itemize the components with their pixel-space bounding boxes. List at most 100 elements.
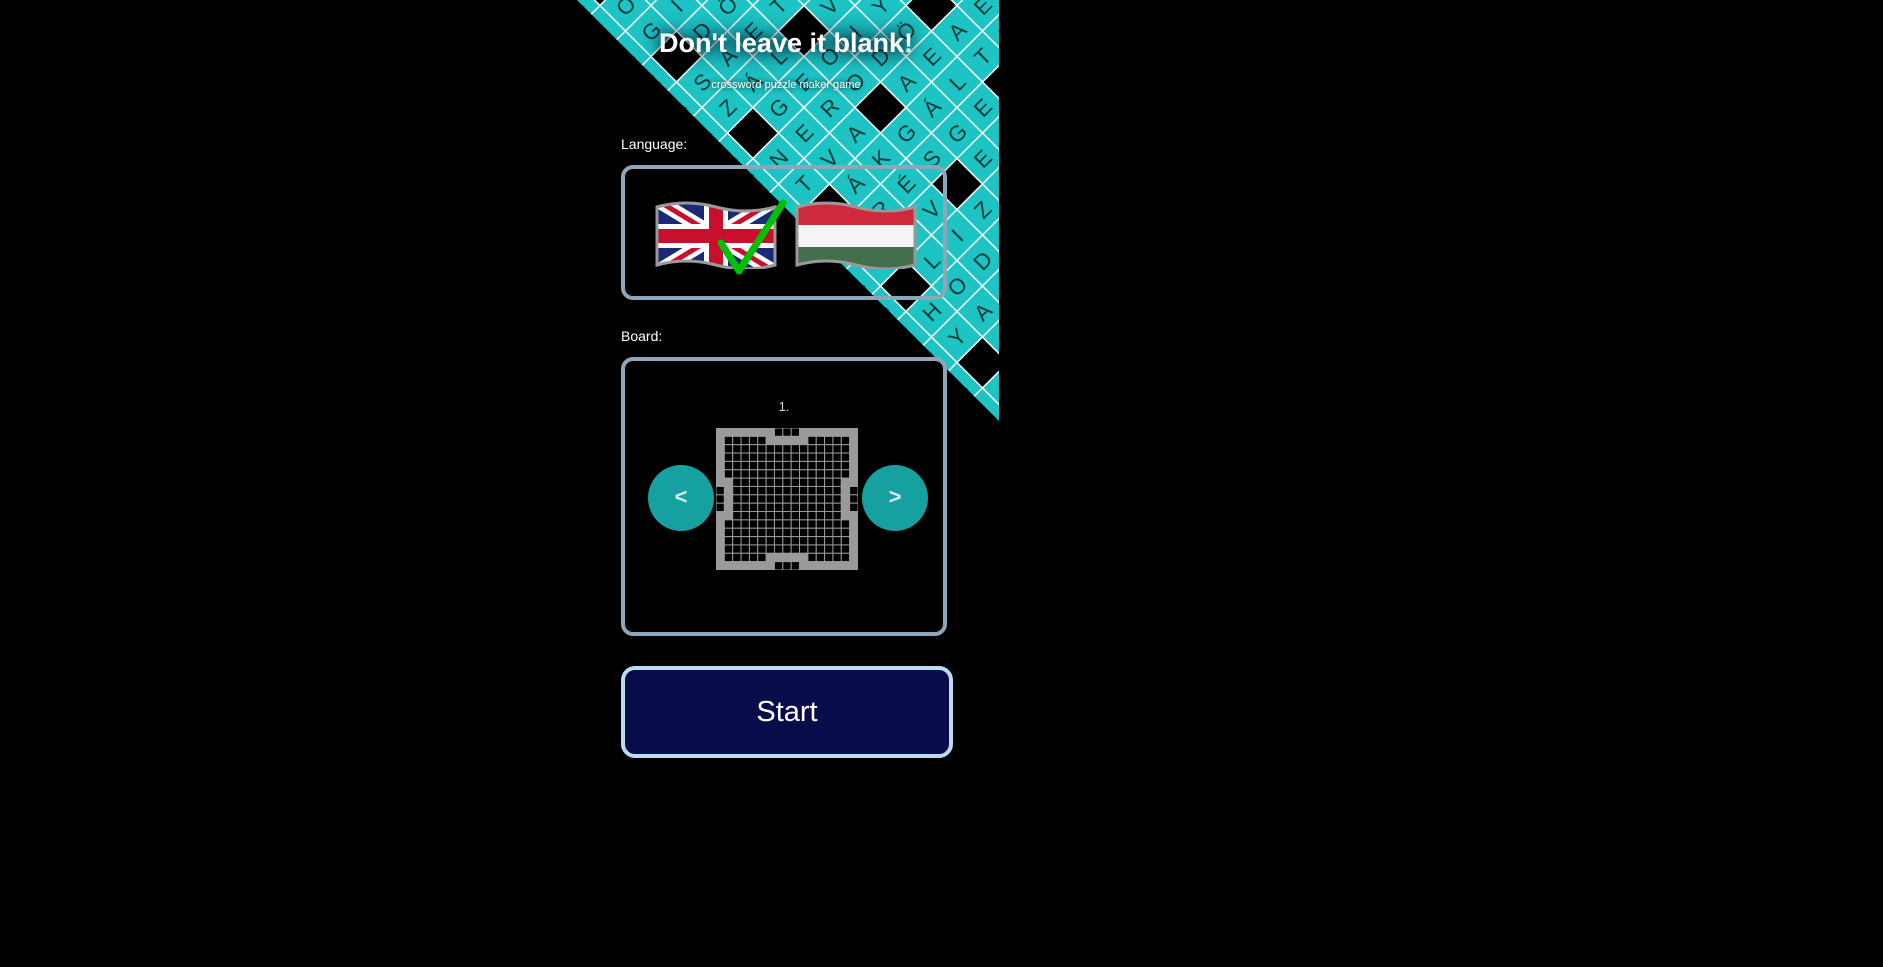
start-button[interactable]: Start — [621, 666, 953, 758]
svg-text:A: A — [1198, 170, 1226, 198]
svg-text:R: R — [968, 399, 997, 428]
svg-text:T: T — [1071, 0, 1098, 19]
svg-text:É: É — [1071, 196, 1099, 224]
svg-text:O: O — [1044, 118, 1074, 148]
svg-text:E: E — [969, 94, 997, 122]
svg-text:Y: Y — [1045, 17, 1073, 45]
svg-text:H: H — [1019, 0, 1048, 20]
svg-text:S: S — [1122, 196, 1150, 224]
svg-text:T: T — [995, 477, 1022, 504]
svg-text:A: A — [535, 17, 563, 45]
svg-text:V: V — [994, 17, 1022, 45]
svg-text:Z: Z — [1173, 247, 1200, 274]
svg-text:O: O — [1044, 475, 1074, 505]
svg-text:Á: Á — [1096, 119, 1124, 147]
svg-text:E: E — [433, 17, 461, 45]
svg-text:N: N — [1198, 272, 1227, 301]
svg-text:A: A — [1249, 119, 1277, 147]
svg-text:O: O — [968, 552, 998, 582]
hungary-flag-icon[interactable] — [795, 199, 917, 269]
svg-text:R: R — [1351, 170, 1380, 199]
svg-text:D: D — [1147, 272, 1176, 301]
svg-text:K: K — [1045, 170, 1073, 198]
svg-text:Á: Á — [1020, 196, 1048, 224]
svg-text:H: H — [1147, 374, 1176, 403]
svg-text:T: T — [969, 43, 996, 70]
svg-text:L: L — [1097, 18, 1123, 44]
prev-board-button[interactable]: < — [648, 465, 714, 531]
svg-text:O: O — [1121, 297, 1151, 327]
svg-text:H: H — [1198, 17, 1227, 46]
svg-text:T: T — [1071, 247, 1098, 274]
svg-text:D: D — [1223, 93, 1252, 122]
svg-text:E: E — [1096, 68, 1124, 96]
svg-text:K: K — [1224, 196, 1252, 224]
svg-text:K: K — [510, 94, 538, 122]
svg-text:E: E — [1326, 196, 1354, 224]
selected-checkmark-icon — [717, 199, 787, 275]
svg-text:É: É — [1249, 221, 1277, 249]
svg-text:N: N — [509, 42, 538, 71]
svg-text:G: G — [1299, 169, 1329, 199]
svg-text:E: E — [1326, 145, 1354, 173]
svg-text:L: L — [1072, 452, 1098, 478]
svg-text:A: A — [994, 272, 1022, 300]
svg-text:V: V — [561, 145, 589, 173]
svg-text:O: O — [1299, 220, 1329, 250]
svg-text:S: S — [1096, 425, 1124, 453]
svg-text:Ö: Ö — [1070, 297, 1100, 327]
svg-text:Ó: Ó — [1019, 348, 1049, 378]
svg-text:T: T — [995, 426, 1022, 453]
svg-text:Ö: Ö — [993, 373, 1023, 403]
svg-text:N: N — [994, 221, 1023, 250]
svg-text:Ó: Ó — [1248, 169, 1278, 199]
svg-text:Ö: Ö — [1248, 67, 1278, 97]
svg-text:G: G — [1044, 322, 1074, 352]
svg-text:Á: Á — [1020, 298, 1048, 326]
svg-text:E: E — [1147, 119, 1175, 147]
svg-text:E: E — [1275, 94, 1303, 122]
svg-text:N: N — [968, 450, 997, 479]
board-label: Board: — [621, 328, 663, 344]
language-selector — [621, 165, 947, 300]
svg-text:T: T — [1173, 349, 1200, 376]
svg-text:E: E — [1071, 349, 1099, 377]
svg-text:Ö: Ö — [1070, 42, 1100, 72]
svg-text:T: T — [995, 324, 1022, 351]
svg-text:Á: Á — [1122, 400, 1150, 428]
svg-text:Á: Á — [1198, 323, 1226, 351]
svg-text:G: G — [1121, 144, 1151, 174]
svg-text:D: D — [968, 246, 997, 275]
svg-text:L: L — [409, 0, 435, 19]
svg-text:O: O — [1044, 373, 1074, 403]
svg-text:R: R — [1045, 221, 1074, 250]
svg-text:A: A — [1071, 94, 1099, 122]
svg-text:E: E — [561, 0, 589, 20]
language-label: Language: — [621, 136, 688, 152]
svg-text:L: L — [1021, 452, 1047, 478]
svg-text:A: A — [1173, 94, 1201, 122]
next-board-button[interactable]: > — [862, 465, 928, 531]
svg-text:R: R — [458, 42, 487, 71]
svg-text:T: T — [1250, 273, 1277, 300]
svg-text:Á: Á — [1198, 221, 1226, 249]
main-panel: Don't leave it blank! crossword puzzle m… — [605, 0, 967, 805]
svg-text:Z: Z — [969, 196, 996, 223]
svg-text:K: K — [1122, 0, 1150, 20]
svg-text:R: R — [1172, 144, 1201, 173]
svg-text:V: V — [1173, 196, 1201, 224]
svg-text:Z: Z — [485, 18, 512, 45]
svg-text:T: T — [1046, 273, 1073, 300]
svg-text:K: K — [969, 502, 997, 530]
svg-text:Á: Á — [1275, 145, 1303, 173]
svg-text:L: L — [1123, 95, 1149, 121]
svg-text:E: E — [1020, 400, 1048, 428]
svg-text:I: I — [1201, 71, 1223, 93]
svg-text:E: E — [1147, 170, 1175, 198]
svg-text:Ü: Ü — [1121, 348, 1150, 377]
svg-text:É: É — [969, 0, 997, 20]
svg-text:É: É — [1147, 17, 1175, 45]
svg-text:R: R — [994, 119, 1023, 148]
board-preview-grid — [716, 428, 858, 570]
board-number: 1. — [778, 399, 790, 414]
